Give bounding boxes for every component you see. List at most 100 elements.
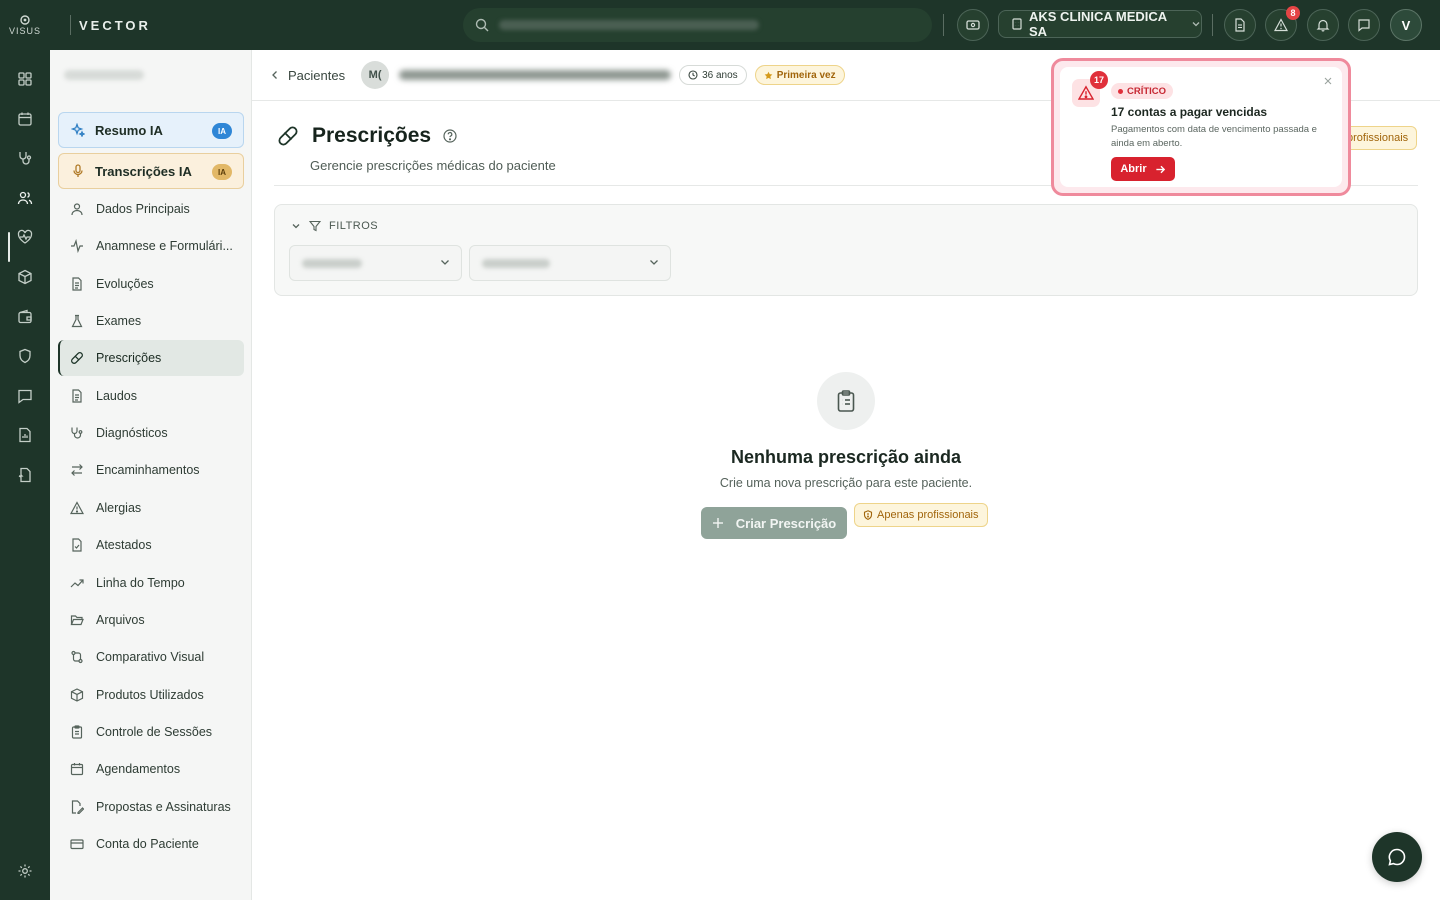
clinic-name: AKS CLINICA MEDICA SA bbox=[1029, 9, 1167, 39]
clipboard-list-icon bbox=[817, 372, 875, 430]
breadcrumb-back-link[interactable]: Pacientes bbox=[288, 68, 345, 83]
stethoscope-icon bbox=[17, 150, 33, 166]
microphone-icon bbox=[71, 164, 85, 178]
sidebar-item-encaminhamentos[interactable]: Encaminhamentos bbox=[58, 452, 244, 488]
chat-support-button[interactable] bbox=[1372, 832, 1422, 882]
sidebar-item-transcricoes-ia[interactable]: Transcrições IA IA bbox=[58, 153, 244, 189]
close-icon[interactable] bbox=[1324, 77, 1332, 85]
warning-icon bbox=[70, 501, 84, 515]
message-square-icon bbox=[1357, 18, 1371, 32]
rail-reports[interactable] bbox=[9, 419, 41, 451]
severity-text: CRÍTICO bbox=[1127, 85, 1167, 97]
patient-name-blurred bbox=[399, 70, 672, 80]
rail-health[interactable] bbox=[9, 221, 41, 253]
patient-avatar: M( bbox=[361, 61, 390, 89]
sidebar-item-laudos[interactable]: Laudos bbox=[58, 378, 244, 414]
sidebar-item-produtos-utilizados[interactable]: Produtos Utilizados bbox=[58, 677, 244, 713]
divider bbox=[943, 14, 944, 36]
age-text: 36 anos bbox=[702, 69, 738, 81]
chevron-left-icon[interactable] bbox=[270, 70, 280, 80]
rail-dashboard[interactable] bbox=[9, 63, 41, 95]
credit-card-icon bbox=[70, 837, 84, 851]
help-circle-icon[interactable] bbox=[443, 129, 457, 143]
select-value-blurred bbox=[302, 259, 362, 268]
sidebar-item-label: Alergias bbox=[96, 501, 142, 515]
heart-pulse-icon bbox=[17, 229, 33, 245]
sidebar-item-comparativo-visual[interactable]: Comparativo Visual bbox=[58, 639, 244, 675]
status-filter-select[interactable] bbox=[469, 245, 671, 281]
page-subtitle: Gerencie prescrições médicas do paciente bbox=[310, 158, 556, 173]
global-search-input[interactable] bbox=[463, 8, 932, 42]
rail-products[interactable] bbox=[9, 261, 41, 293]
user-avatar[interactable]: V bbox=[1390, 9, 1422, 41]
cashier-button[interactable] bbox=[957, 9, 989, 41]
age-badge: 36 anos bbox=[679, 65, 747, 85]
gear-icon bbox=[17, 863, 33, 879]
clinic-selector[interactable]: AKS CLINICA MEDICA SA bbox=[998, 9, 1202, 39]
chat-bubble-icon bbox=[1387, 847, 1407, 867]
sidebar-item-label: Produtos Utilizados bbox=[96, 688, 204, 702]
sidebar-item-conta-do-paciente[interactable]: Conta do Paciente bbox=[58, 826, 244, 862]
sidebar-item-resumo-ia[interactable]: Resumo IA IA bbox=[58, 112, 244, 148]
sidebar-item-dados-principais[interactable]: Dados Principais bbox=[58, 191, 244, 227]
type-filter-select[interactable] bbox=[289, 245, 462, 281]
messages-button[interactable] bbox=[1348, 9, 1380, 41]
alerts-button[interactable]: 8 bbox=[1265, 6, 1300, 41]
chevron-down-icon bbox=[1191, 19, 1201, 29]
sidebar-item-prescricoes[interactable]: Prescrições bbox=[58, 340, 244, 376]
rail-clinical[interactable] bbox=[9, 142, 41, 174]
flask-icon bbox=[70, 314, 84, 328]
status-dot bbox=[1118, 88, 1123, 94]
rail-security[interactable] bbox=[9, 340, 41, 372]
sidebar-item-propostas-e-assinaturas[interactable]: Propostas e Assinaturas bbox=[58, 789, 244, 825]
toast-body: 17 CRÍTICO 17 contas a pagar vencidas Pa… bbox=[1060, 67, 1342, 187]
filters-toggle[interactable]: FILTROS bbox=[291, 220, 378, 232]
empty-state-subtitle: Crie uma nova prescrição para este pacie… bbox=[719, 476, 973, 490]
severity-badge: CRÍTICO bbox=[1111, 83, 1174, 99]
rail-transfer[interactable] bbox=[9, 459, 41, 491]
user-icon bbox=[70, 202, 84, 216]
pill-icon bbox=[70, 351, 84, 365]
box-icon bbox=[17, 269, 33, 285]
sidebar-item-alergias[interactable]: Alergias bbox=[58, 490, 244, 526]
sidebar-item-label: Linha do Tempo bbox=[96, 576, 185, 590]
logo-mark-icon bbox=[18, 14, 32, 26]
notifications-button[interactable] bbox=[1307, 9, 1339, 41]
filter-icon bbox=[309, 220, 321, 232]
sidebar-item-label: Encaminhamentos bbox=[96, 463, 200, 477]
warning-icon bbox=[1274, 18, 1288, 32]
professionals-only-text: Apenas profissionais bbox=[877, 509, 979, 521]
create-prescription-button[interactable]: Criar Prescrição bbox=[701, 507, 847, 539]
professionals-only-badge: Apenas profissionais bbox=[854, 503, 988, 527]
sidebar-item-controle-de-sessoes[interactable]: Controle de Sessões bbox=[58, 714, 244, 750]
sidebar-item-atestados[interactable]: Atestados bbox=[58, 527, 244, 563]
sidebar-item-linha-do-tempo[interactable]: Linha do Tempo bbox=[58, 565, 244, 601]
rail-finance[interactable] bbox=[9, 301, 41, 333]
sidebar-item-anamnese[interactable]: Anamnese e Formulári... bbox=[58, 228, 244, 264]
page-header: Prescrições bbox=[276, 124, 457, 148]
app-logo[interactable]: VISUS bbox=[0, 0, 50, 50]
brand-name: VECTOR bbox=[79, 17, 151, 33]
document-icon bbox=[1233, 18, 1247, 32]
sidebar-item-evolucoes[interactable]: Evoluções bbox=[58, 266, 244, 302]
open-alert-button[interactable]: Abrir bbox=[1111, 157, 1175, 181]
sidebar-item-label: Evoluções bbox=[96, 277, 154, 291]
sidebar-item-label: Dados Principais bbox=[96, 202, 190, 216]
pill-icon bbox=[276, 124, 300, 148]
rail-settings[interactable] bbox=[9, 855, 41, 887]
sidebar-item-agendamentos[interactable]: Agendamentos bbox=[58, 751, 244, 787]
brand-divider bbox=[70, 15, 71, 35]
sidebar-item-arquivos[interactable]: Arquivos bbox=[58, 602, 244, 638]
select-value-blurred bbox=[482, 259, 550, 268]
rail-patients[interactable] bbox=[9, 182, 41, 214]
folder-open-icon bbox=[70, 613, 84, 627]
users-icon bbox=[17, 190, 33, 206]
sidebar-item-exames[interactable]: Exames bbox=[58, 303, 244, 339]
wallet-icon bbox=[17, 309, 33, 325]
documents-button[interactable] bbox=[1224, 9, 1256, 41]
chevron-down-icon bbox=[648, 256, 660, 268]
file-check-icon bbox=[70, 538, 84, 552]
rail-calendar[interactable] bbox=[9, 103, 41, 135]
sidebar-item-diagnosticos[interactable]: Diagnósticos bbox=[58, 415, 244, 451]
rail-chat[interactable] bbox=[9, 380, 41, 412]
